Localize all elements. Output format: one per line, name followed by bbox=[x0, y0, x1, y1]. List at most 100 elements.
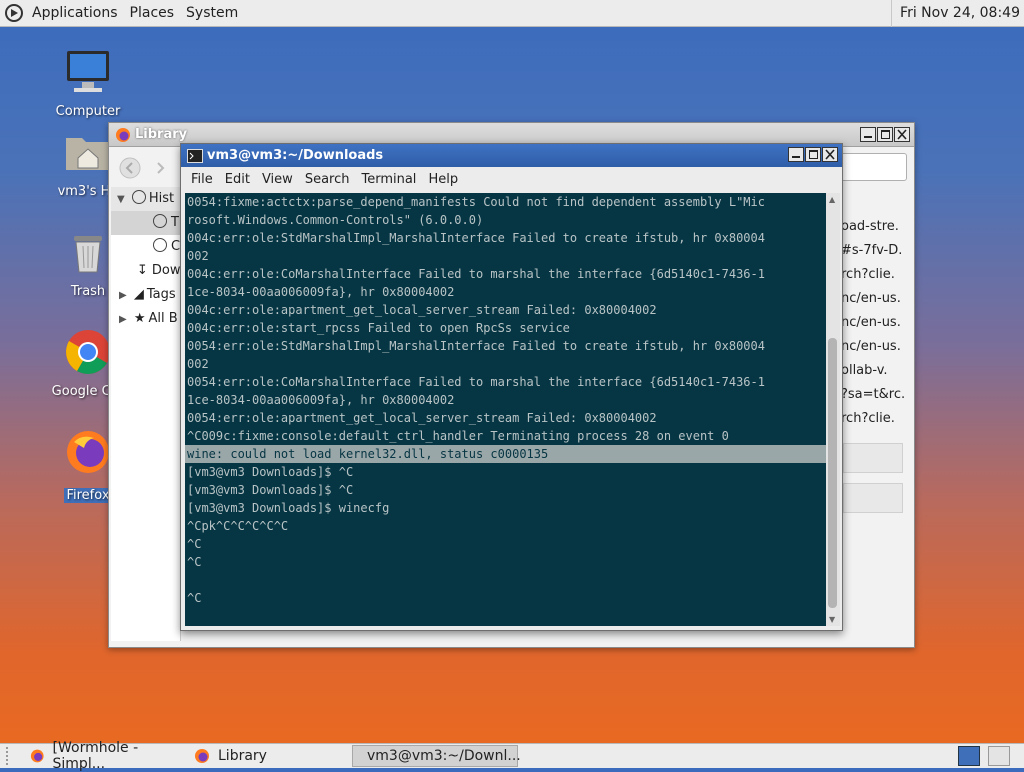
desktop-icon-label: Computer bbox=[55, 104, 121, 119]
terminal-line: ^C009c:fixme:console:default_ctrl_handle… bbox=[187, 429, 729, 443]
applications-menu[interactable]: Applications bbox=[26, 5, 124, 21]
terminal-menubar: File Edit View Search Terminal Help bbox=[181, 167, 842, 191]
workspace-switcher-1[interactable] bbox=[958, 746, 980, 766]
list-item[interactable]: rch?clie. bbox=[841, 407, 911, 427]
trash-icon bbox=[74, 236, 102, 273]
sidebar-item-tags[interactable]: ▶ ◢ Tags bbox=[111, 283, 180, 307]
clock[interactable]: Fri Nov 24, 08:49 bbox=[891, 0, 1020, 27]
sidebar-item-label: All B bbox=[148, 311, 178, 326]
terminal-line: 004c:err:ole:CoMarshalInterface Failed t… bbox=[187, 267, 765, 281]
list-item[interactable]: nc/en-us. bbox=[841, 287, 911, 311]
chrome-icon bbox=[66, 330, 110, 374]
tag-icon: ◢ bbox=[133, 287, 144, 302]
distro-logo-icon[interactable] bbox=[4, 3, 24, 23]
list-item[interactable]: rch?clie. bbox=[841, 263, 911, 287]
download-icon: ↧ bbox=[137, 263, 148, 278]
clock-icon bbox=[131, 190, 146, 204]
list-item[interactable]: ollab-v. bbox=[841, 359, 911, 383]
taskbar-item-library[interactable]: Library bbox=[188, 745, 352, 767]
terminal-line: [vm3@vm3 Downloads]$ winecfg bbox=[187, 501, 390, 515]
terminal-line: 0054:err:ole:CoMarshalInterface Failed t… bbox=[187, 375, 765, 389]
taskbar-item-label: [Wormhole - Simpl... bbox=[52, 740, 139, 772]
terminal-line: 004c:err:ole:StdMarshalImpl_MarshalInter… bbox=[187, 231, 765, 245]
sidebar-item-older[interactable]: C bbox=[111, 235, 180, 259]
terminal-line: 1ce-8034-00aa006009fa}, hr 0x80004002 bbox=[187, 393, 455, 407]
terminal-line: 0054:err:ole:StdMarshalImpl_MarshalInter… bbox=[187, 339, 765, 353]
desktop-icon-label: Firefox bbox=[64, 488, 112, 503]
scrollbar-thumb[interactable] bbox=[828, 338, 837, 608]
terminal-line: 004c:err:ole:apartment_get_local_server_… bbox=[187, 303, 657, 317]
menu-view[interactable]: View bbox=[256, 172, 299, 187]
sidebar-item-label: C bbox=[171, 239, 181, 254]
terminal-line: 004c:err:ole:start_rpcss Failed to open … bbox=[187, 321, 570, 335]
menu-terminal[interactable]: Terminal bbox=[355, 172, 422, 187]
taskbar-item-wormhole[interactable]: [Wormhole - Simpl... bbox=[24, 740, 188, 772]
back-arrow-icon[interactable] bbox=[119, 157, 141, 179]
sidebar-item-today[interactable]: T bbox=[111, 211, 180, 235]
terminal-line: ^C bbox=[187, 537, 202, 551]
terminal-line: rosoft.Windows.Common-Controls" (6.0.0.0… bbox=[187, 213, 484, 227]
menu-edit[interactable]: Edit bbox=[219, 172, 256, 187]
firefox-icon bbox=[30, 749, 44, 763]
list-item[interactable]: oad-stre. bbox=[841, 215, 911, 239]
terminal-window[interactable]: vm3@vm3:~/Downloads File Edit View Searc… bbox=[180, 143, 843, 631]
desktop-icon-computer[interactable]: Computer bbox=[38, 48, 138, 119]
scroll-down-arrow-icon[interactable]: ▼ bbox=[829, 615, 835, 624]
terminal-titlebar[interactable]: vm3@vm3:~/Downloads bbox=[181, 144, 842, 167]
sidebar-item-downloads[interactable]: ↧ Dow bbox=[111, 259, 180, 283]
taskbar-item-terminal[interactable]: vm3@vm3:~/Downl... bbox=[352, 745, 521, 767]
computer-icon bbox=[67, 51, 109, 92]
taskbar-handle[interactable] bbox=[6, 747, 12, 765]
minimize-button[interactable] bbox=[860, 127, 876, 142]
system-menu[interactable]: System bbox=[180, 5, 244, 21]
terminal-line: [vm3@vm3 Downloads]$ ^C bbox=[187, 465, 354, 479]
scroll-up-arrow-icon[interactable]: ▲ bbox=[829, 195, 835, 204]
library-list-peek: oad-stre. #s-7fv-D. rch?clie. nc/en-us. … bbox=[841, 187, 911, 427]
top-panel: Applications Places System Fri Nov 24, 0… bbox=[0, 0, 1024, 27]
menu-file[interactable]: File bbox=[185, 172, 219, 187]
places-menu[interactable]: Places bbox=[124, 5, 181, 21]
list-item[interactable]: #s-7fv-D. bbox=[841, 239, 911, 263]
sidebar-item-all-bookmarks[interactable]: ▶ ★ All B bbox=[111, 307, 180, 331]
terminal-scrollbar[interactable]: ▲ ▼ bbox=[826, 193, 840, 626]
bottom-taskbar: [Wormhole - Simpl... Library vm3@vm3:~/D… bbox=[0, 740, 1024, 772]
sidebar-item-label: Tags bbox=[146, 287, 176, 302]
close-button[interactable] bbox=[894, 127, 910, 142]
terminal-line: ^C bbox=[187, 555, 202, 569]
maximize-button[interactable] bbox=[877, 127, 893, 142]
terminal-title: vm3@vm3:~/Downloads bbox=[207, 148, 384, 163]
terminal-line: [vm3@vm3 Downloads]$ ^C bbox=[187, 483, 354, 497]
library-sidebar: ▼ Hist T C ↧ Dow ▶ ◢ Tags ▶ ★ All B bbox=[111, 187, 181, 641]
clock-icon bbox=[153, 214, 167, 228]
taskbar-item-label: Library bbox=[218, 748, 267, 764]
minimize-button[interactable] bbox=[788, 147, 804, 162]
list-item[interactable]: nc/en-us. bbox=[841, 335, 911, 359]
sidebar-item-label: Dow bbox=[151, 263, 181, 278]
terminal-output[interactable]: 0054:fixme:actctx:parse_depend_manifests… bbox=[185, 193, 826, 626]
detail-field[interactable] bbox=[843, 443, 903, 473]
detail-field[interactable] bbox=[843, 483, 903, 513]
sidebar-item-label: T bbox=[171, 215, 179, 230]
maximize-button[interactable] bbox=[805, 147, 821, 162]
terminal-line: ^Cpk^C^C^C^C^C bbox=[187, 519, 289, 533]
forward-arrow-icon[interactable] bbox=[149, 157, 171, 179]
terminal-line: 0054:err:ole:apartment_get_local_server_… bbox=[187, 411, 657, 425]
terminal-line: ^C bbox=[187, 591, 202, 605]
firefox-icon bbox=[195, 749, 209, 763]
menu-search[interactable]: Search bbox=[299, 172, 356, 187]
sidebar-item-label: Hist bbox=[148, 191, 175, 206]
star-icon: ★ bbox=[133, 311, 146, 326]
list-item[interactable]: nc/en-us. bbox=[841, 311, 911, 335]
workspace-switcher-2[interactable] bbox=[988, 746, 1010, 766]
terminal-line: 1ce-8034-00aa006009fa}, hr 0x80004002 bbox=[187, 285, 455, 299]
list-item[interactable]: ?sa=t&rc. bbox=[841, 383, 911, 407]
terminal-line: 002 bbox=[187, 249, 209, 263]
terminal-icon bbox=[187, 148, 203, 163]
firefox-icon bbox=[67, 431, 109, 473]
menu-help[interactable]: Help bbox=[422, 172, 464, 187]
close-button[interactable] bbox=[822, 147, 838, 162]
home-folder-icon bbox=[66, 138, 110, 170]
sidebar-item-history[interactable]: ▼ Hist bbox=[111, 187, 180, 211]
terminal-line: wine: could not load kernel32.dll, statu… bbox=[185, 445, 826, 463]
